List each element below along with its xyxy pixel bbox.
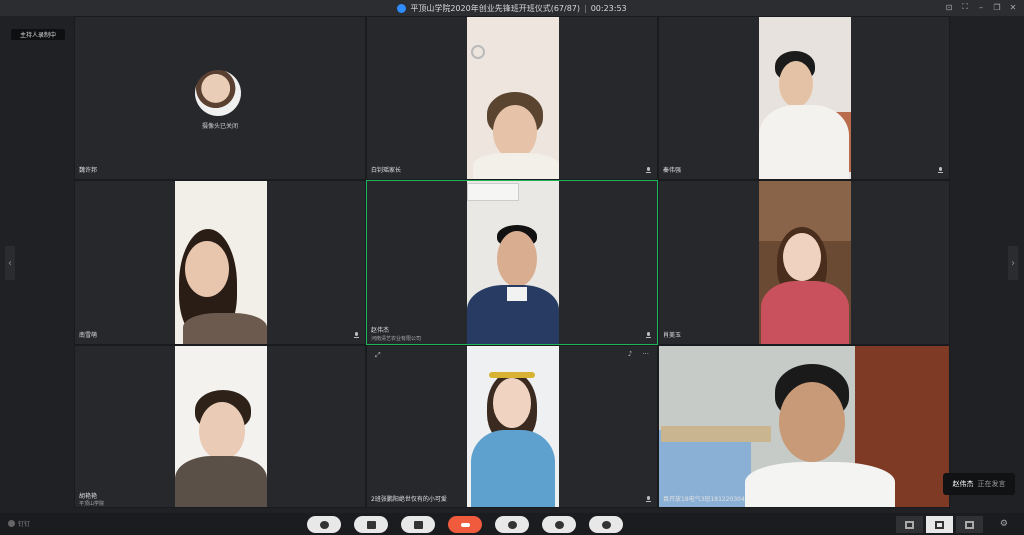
participant-name: 赵伟杰 xyxy=(371,327,390,334)
prev-page-arrow-icon[interactable]: ‹ xyxy=(5,246,15,280)
pin-icon[interactable]: ⊡ xyxy=(944,2,954,12)
title-separator: | xyxy=(584,3,587,13)
meeting-timer: 00:23:53 xyxy=(590,3,627,13)
next-page-arrow-icon[interactable]: › xyxy=(1008,246,1018,280)
brand-name: 钉钉 xyxy=(18,521,31,528)
hangup-icon xyxy=(460,522,470,527)
mic-icon xyxy=(646,496,651,503)
members-icon xyxy=(554,520,564,529)
grid-layout-button[interactable] xyxy=(926,516,953,533)
dingtalk-logo-icon xyxy=(8,520,15,527)
camera-off-label: 摄像头已关闭 xyxy=(201,123,238,130)
video-feed xyxy=(659,346,949,507)
participant-subtitle: 河南清艺农业有限公司 xyxy=(371,336,422,342)
restore-icon[interactable]: ❐ xyxy=(992,2,1002,12)
participant-name: 肖美玉 xyxy=(663,332,682,339)
video-tile[interactable]: 摄像头已关闭 魏许邦 xyxy=(74,16,366,180)
video-feed xyxy=(467,181,559,344)
mic-icon xyxy=(646,332,651,339)
video-tile[interactable]: 肖美玉 xyxy=(658,180,950,345)
close-icon[interactable]: ✕ xyxy=(1008,2,1018,12)
air-conditioner xyxy=(467,183,519,201)
share-screen-button[interactable] xyxy=(401,516,435,533)
list-layout-button[interactable] xyxy=(956,516,983,533)
participant-subtitle: 平顶山学院 xyxy=(79,501,105,507)
video-tile[interactable]: 秦伟强 xyxy=(658,16,950,180)
avatar xyxy=(195,70,241,116)
window-controls: ⊡ ⛶ – ❐ ✕ xyxy=(944,2,1018,12)
more-icon[interactable]: ··· xyxy=(642,350,649,358)
video-feed xyxy=(175,181,267,344)
mic-icon[interactable]: ♪ xyxy=(628,350,632,358)
participant-name: 白钊瑶家长 xyxy=(371,167,402,174)
expand-icon[interactable]: ⤢ xyxy=(375,351,381,360)
mic-icon xyxy=(319,520,329,529)
share-screen-icon xyxy=(413,520,423,529)
video-tile[interactable]: 南雪萌 xyxy=(74,180,366,345)
record-button[interactable] xyxy=(589,516,623,533)
participant-name: 2班张鹏阳绝世仅有的小可爱 xyxy=(371,496,447,503)
brand: 钉钉 xyxy=(8,519,30,528)
camera-button[interactable] xyxy=(354,516,388,533)
active-speaker-status: 正在发言 xyxy=(977,480,1006,488)
meeting-window: 平顶山学院2020年创业先锋班开班仪式(67/87) | 00:23:53 ⊡ … xyxy=(0,0,1024,535)
add-member-button[interactable] xyxy=(495,516,529,533)
video-feed xyxy=(467,346,559,507)
mute-button[interactable] xyxy=(307,516,341,533)
active-speaker-popup: 赵伟杰 正在发言 xyxy=(943,473,1015,495)
video-feed xyxy=(759,17,851,179)
fullscreen-icon[interactable]: ⛶ xyxy=(960,2,970,12)
grid-layout-icon xyxy=(935,520,944,529)
video-tile[interactable]: ⤢ ♪ ··· 2班张鹏阳绝世仅有的小可爱 xyxy=(366,345,658,508)
video-feed xyxy=(467,17,559,179)
wall-clock xyxy=(471,45,485,59)
video-tile[interactable]: 胡艳艳 平顶山学院 xyxy=(74,345,366,508)
hangup-button[interactable] xyxy=(448,516,482,533)
settings-icon[interactable]: ⚙ xyxy=(1000,519,1008,529)
active-speaker-name: 赵伟杰 xyxy=(952,480,974,488)
video-feed xyxy=(759,181,851,344)
camera-icon xyxy=(366,520,376,529)
bottom-toolbar: 钉钉 ⚙ xyxy=(0,513,1024,535)
record-icon xyxy=(601,520,611,529)
participant-name: 南雪萌 xyxy=(79,332,98,339)
speaker-layout-icon xyxy=(905,520,914,529)
app-logo-icon xyxy=(397,3,407,13)
tile-actions: ♪ ··· xyxy=(628,350,649,358)
recording-badge: 主持人录制中 xyxy=(11,29,65,40)
video-grid: 摄像头已关闭 魏许邦 白钊瑶家长 秦伟强 南雪萌 赵伟杰 河南清艺农业有限公司 … xyxy=(74,16,950,508)
list-layout-icon xyxy=(965,520,974,529)
speaker-layout-button[interactable] xyxy=(896,516,923,533)
meeting-title: 平顶山学院2020年创业先锋班开班仪式(67/87) xyxy=(410,3,580,13)
participant-name: 魏许邦 xyxy=(79,167,98,174)
participant-name: 秦伟强 xyxy=(663,167,682,174)
minimize-icon[interactable]: – xyxy=(976,2,986,12)
title-bar: 平顶山学院2020年创业先锋班开班仪式(67/87) | 00:23:53 ⊡ … xyxy=(0,0,1024,16)
video-tile[interactable]: 白钊瑶家长 xyxy=(366,16,658,180)
video-tile[interactable]: 袁开放18电气3班181220304 xyxy=(658,345,950,508)
mic-icon xyxy=(646,167,651,174)
members-button[interactable] xyxy=(542,516,576,533)
mic-icon xyxy=(354,332,359,339)
video-tile-active-speaker[interactable]: 赵伟杰 河南清艺农业有限公司 xyxy=(366,180,658,345)
participant-name: 袁开放18电气3班181220304 xyxy=(663,496,745,503)
add-member-icon xyxy=(507,520,517,529)
mic-icon xyxy=(938,167,943,174)
participant-name: 胡艳艳 xyxy=(79,493,98,500)
video-feed xyxy=(175,346,267,507)
